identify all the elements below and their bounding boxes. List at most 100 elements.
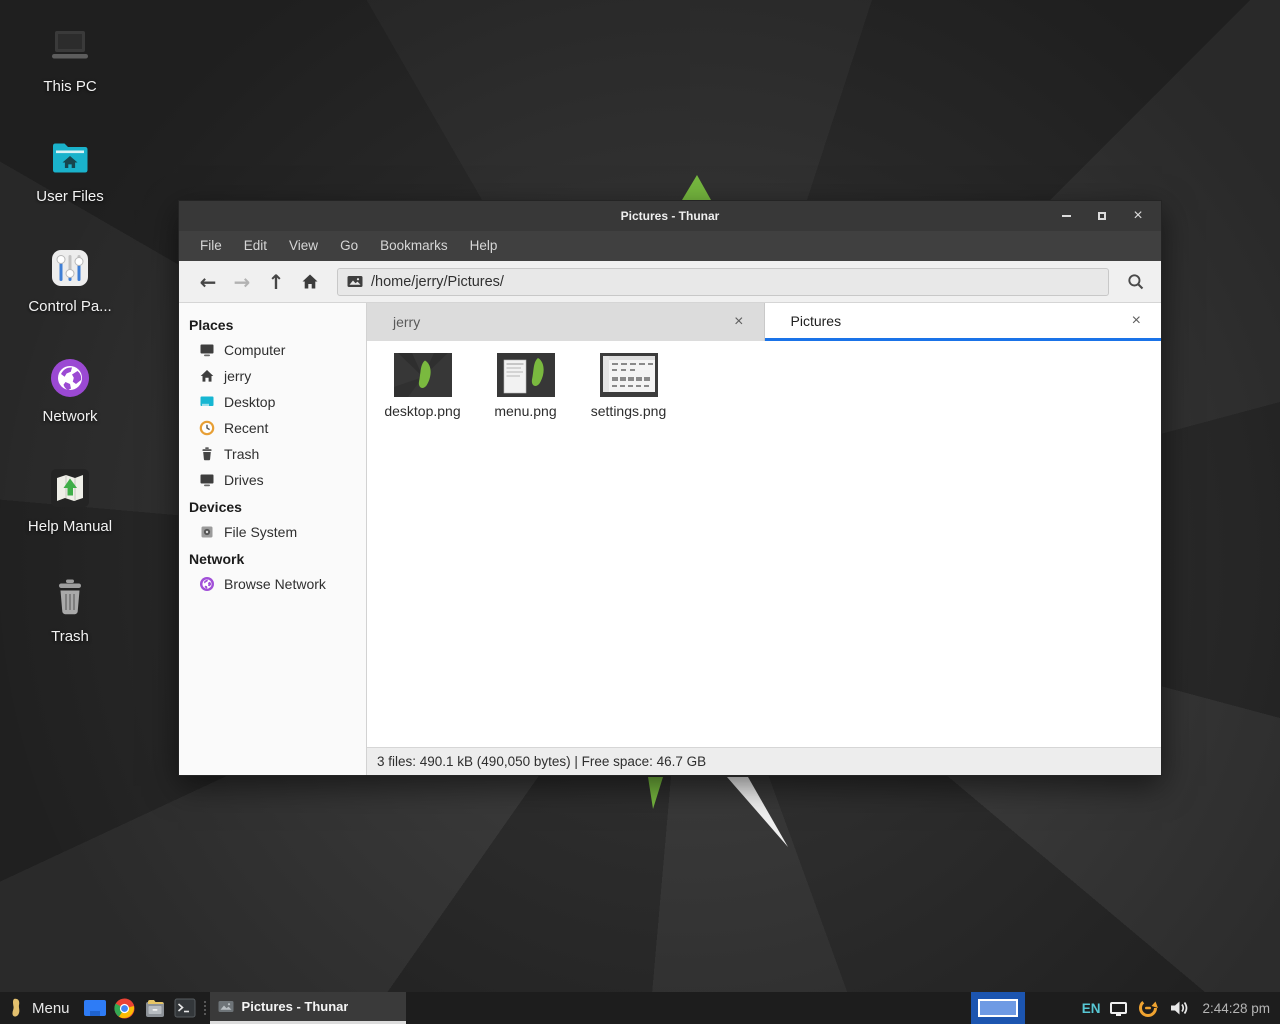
desktop-icon-network[interactable]: Network <box>10 354 130 425</box>
tab-label: jerry <box>393 314 728 330</box>
file-name: desktop.png <box>371 403 474 419</box>
status-text: 3 files: 490.1 kB (490,050 bytes) | Free… <box>377 754 706 769</box>
file-manager-launcher[interactable] <box>140 992 170 1024</box>
sidebar-item-browse-network[interactable]: Browse Network <box>179 571 366 597</box>
menu-view[interactable]: View <box>278 231 329 261</box>
task-button-label: Pictures - Thunar <box>242 999 349 1014</box>
sidebar-header-devices: Devices <box>179 493 366 519</box>
menu-logo-icon <box>8 997 24 1019</box>
home-button[interactable] <box>293 266 327 298</box>
sidebar-item-trash[interactable]: Trash <box>179 441 366 467</box>
up-button[interactable]: ↑ <box>259 266 293 298</box>
show-desktop-button[interactable] <box>80 992 110 1024</box>
menu-go[interactable]: Go <box>329 231 369 261</box>
sidebar-item-jerry[interactable]: jerry <box>179 363 366 389</box>
thunar-window: Pictures - Thunar × File Edit View Go Bo… <box>178 200 1162 776</box>
speaker-icon <box>1169 999 1189 1017</box>
desktop-icon-label: User Files <box>10 188 130 205</box>
status-bar: 3 files: 490.1 kB (490,050 bytes) | Free… <box>367 747 1161 775</box>
back-button[interactable]: ← <box>191 266 225 298</box>
menu-button[interactable]: Menu <box>0 992 80 1024</box>
tab-close-icon[interactable]: × <box>728 311 749 333</box>
sidebar-item-desktop[interactable]: Desktop <box>179 389 366 415</box>
file-name: settings.png <box>577 403 680 419</box>
tab-label: Pictures <box>791 313 1126 329</box>
file-desktop-png[interactable]: desktop.png <box>371 351 474 419</box>
sidebar-item-drives[interactable]: Drives <box>179 467 366 493</box>
file-name: menu.png <box>474 403 577 419</box>
panel-grip[interactable] <box>200 992 210 1024</box>
workspace-switcher[interactable] <box>971 992 1025 1024</box>
tab-bar: jerry × Pictures × <box>367 303 1161 341</box>
desktop-icon-control-panel[interactable]: Control Pa... <box>10 244 130 315</box>
clock[interactable]: 2:44:28 pm <box>1194 1001 1280 1016</box>
path-bar[interactable]: /home/jerry/Pictures/ <box>337 268 1109 296</box>
desktop-icon-trash[interactable]: Trash <box>10 574 130 645</box>
menu-button-label: Menu <box>32 1000 70 1017</box>
menubar: File Edit View Go Bookmarks Help <box>179 231 1161 261</box>
sidebar-item-label: Desktop <box>224 394 275 410</box>
computer-icon <box>199 342 215 358</box>
desktop-icon <box>199 394 215 410</box>
image-folder-icon <box>347 275 363 288</box>
control-panel-icon <box>46 244 94 292</box>
sidebar-item-label: Recent <box>224 420 268 436</box>
sidebar-item-file-system[interactable]: File System <box>179 519 366 545</box>
volume-icon[interactable] <box>1164 992 1194 1024</box>
menu-file[interactable]: File <box>189 231 233 261</box>
sidebar-item-recent[interactable]: Recent <box>179 415 366 441</box>
file-view[interactable]: desktop.png menu.png <box>367 341 1161 747</box>
file-settings-png[interactable]: settings.png <box>577 351 680 419</box>
tab-jerry[interactable]: jerry × <box>367 303 764 341</box>
terminal-launcher[interactable] <box>170 992 200 1024</box>
update-refresh-icon <box>1137 997 1159 1019</box>
sidebar-item-label: Computer <box>224 342 285 358</box>
file-cabinet-icon <box>144 998 166 1018</box>
desktop-root: This PC User Files Control Pa... <box>0 0 1280 1024</box>
sidebar-header-network: Network <box>179 545 366 571</box>
network-globe-icon <box>46 354 94 402</box>
desktop-icon-this-pc[interactable]: This PC <box>10 24 130 95</box>
search-button[interactable] <box>1117 266 1155 298</box>
sidebar: Places Computer jerry <box>179 303 367 775</box>
this-pc-icon <box>46 24 94 72</box>
chrome-launcher[interactable] <box>110 992 140 1024</box>
trash-icon <box>46 574 94 622</box>
task-button-thunar[interactable]: Pictures - Thunar <box>210 992 406 1024</box>
sidebar-item-label: File System <box>224 524 297 540</box>
wallpaper-blade <box>718 777 800 851</box>
close-button[interactable]: × <box>1131 209 1145 223</box>
forward-button[interactable]: → <box>225 266 259 298</box>
file-system-icon <box>199 524 215 540</box>
menu-help[interactable]: Help <box>459 231 509 261</box>
sidebar-item-label: Trash <box>224 446 259 462</box>
taskbar: Menu <box>0 992 1280 1024</box>
menu-bookmarks[interactable]: Bookmarks <box>369 231 459 261</box>
sidebar-item-computer[interactable]: Computer <box>179 337 366 363</box>
toolbar: ← → ↑ /home/jerry/Pictures/ <box>179 261 1161 303</box>
maximize-button[interactable] <box>1095 209 1109 223</box>
minimize-button[interactable] <box>1059 209 1073 223</box>
titlebar[interactable]: Pictures - Thunar × <box>179 201 1161 231</box>
menu-png-thumbnail <box>497 353 555 397</box>
task-button-icon <box>218 1000 234 1013</box>
trash-icon <box>199 446 215 462</box>
keyboard-layout-indicator[interactable]: EN <box>1077 992 1106 1024</box>
file-menu-png[interactable]: menu.png <box>474 351 577 419</box>
tab-pictures[interactable]: Pictures × <box>765 303 1162 341</box>
desktop-icon-user-files[interactable]: User Files <box>10 134 130 205</box>
path-text: /home/jerry/Pictures/ <box>371 274 504 290</box>
update-manager-icon[interactable] <box>1132 992 1164 1024</box>
wallpaper-leaf-tip <box>670 175 720 200</box>
home-icon <box>199 368 215 384</box>
menu-edit[interactable]: Edit <box>233 231 278 261</box>
desktop-icon-label: Help Manual <box>10 518 130 535</box>
chrome-icon <box>114 998 135 1019</box>
search-icon <box>1127 273 1145 291</box>
sidebar-item-label: Drives <box>224 472 264 488</box>
sidebar-header-places: Places <box>179 311 366 337</box>
wallpaper-leaf-bottom <box>642 777 672 811</box>
tab-close-icon[interactable]: × <box>1126 310 1147 332</box>
display-settings-icon[interactable] <box>1105 992 1132 1024</box>
desktop-icon-help-manual[interactable]: Help Manual <box>10 464 130 535</box>
